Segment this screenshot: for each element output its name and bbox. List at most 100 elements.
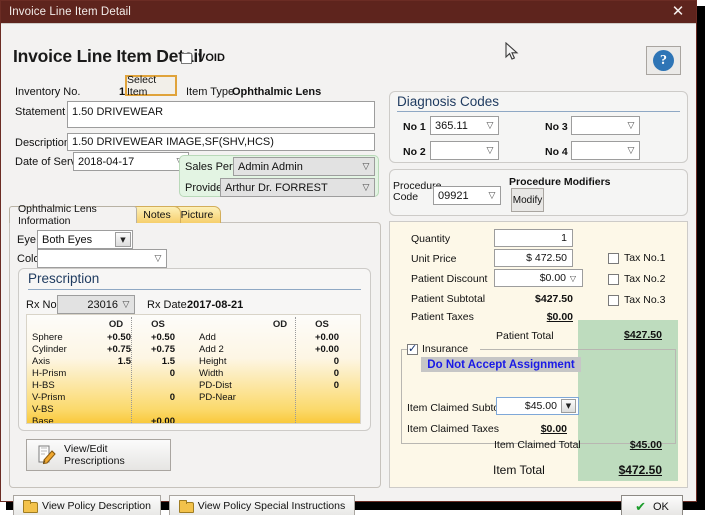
tab-ophthalmic-lens-information[interactable]: Ophthalmic Lens Information [9, 203, 137, 227]
rx-row-label: V-BS [32, 404, 54, 415]
modify-button[interactable]: Modify [511, 188, 544, 212]
statement-input[interactable]: 1.50 DRIVEWEAR [67, 101, 375, 128]
sales-person-combo[interactable]: Admin Admin ▽ [233, 157, 375, 176]
item-type-label: Item Type [186, 86, 235, 98]
rx-row-os: 0 [333, 368, 339, 379]
rx-row-label: Axis [32, 356, 50, 367]
rx-left-od-header: OD [108, 319, 124, 330]
provider-combo[interactable]: Arthur Dr. FORREST ▽ [220, 178, 375, 197]
page-title: Invoice Line Item Detail [13, 46, 203, 66]
rx-row-label: Width [199, 368, 224, 379]
document-pencil-icon [36, 444, 58, 466]
eye-combo[interactable]: Both Eyes ▼ [37, 230, 133, 249]
chevron-down-icon: ▽ [486, 145, 494, 156]
diagnosis-title-rule [397, 111, 680, 112]
folder-icon [178, 500, 194, 513]
rx-no-combo[interactable]: 23016 ▽ [57, 295, 135, 314]
insurance-checkbox[interactable] [407, 342, 418, 355]
rx-row-os: 0 [333, 356, 339, 367]
statement-label: Statement [15, 106, 66, 118]
item-claimed-subtotal-combo[interactable]: $45.00 ▼ [496, 397, 579, 415]
unit-price-input[interactable]: $ 472.50 [494, 249, 573, 267]
void-checkbox[interactable] [181, 52, 192, 64]
rx-no-value: 23016 [87, 298, 118, 311]
chevron-down-icon: ▽ [362, 161, 370, 172]
window-titlebar: Invoice Line Item Detail ✕ [1, 1, 696, 23]
screenshot-root: Invoice Line Item Detail ✕ Invoice Line … [0, 0, 711, 515]
view-policy-special-instructions-label: View Policy Special Instructions [197, 500, 346, 512]
date-of-service-combo[interactable]: 2018-04-17 ▽ [73, 152, 189, 171]
patient-discount-combo[interactable]: $0.00 ▽ [494, 269, 583, 287]
chevron-down-icon: ▽ [627, 145, 635, 156]
invoice-line-item-detail-window: Invoice Line Item Detail ✕ Invoice Line … [0, 0, 697, 515]
unit-price-label: Unit Price [411, 253, 457, 265]
patient-discount-label: Patient Discount [411, 273, 488, 285]
ok-button[interactable]: ✔ OK [621, 495, 683, 515]
tab-notes[interactable]: Notes [133, 206, 181, 223]
insurance-label: Insurance [422, 343, 469, 355]
rx-row-os: +0.00 [314, 344, 339, 355]
rx-row-label: Add [199, 332, 216, 343]
tax-no-2-checkbox[interactable] [608, 273, 619, 285]
rx-row-label: Base [32, 416, 54, 424]
tax-no-2-label: Tax No.2 [624, 273, 666, 285]
diagnosis-no4-label: No 4 [545, 146, 568, 158]
help-button[interactable]: ? [646, 46, 681, 75]
diagnosis-no2-label: No 2 [403, 146, 426, 158]
close-icon[interactable]: ✕ [670, 4, 686, 20]
diagnosis-no1-combo[interactable]: 365.11 ▽ [430, 116, 499, 135]
prescription-title-rule [28, 289, 361, 290]
view-edit-prescriptions-label: View/Edit Prescriptions [64, 443, 125, 467]
rx-row-label: H-Prism [32, 368, 67, 379]
sales-person-value: Admin Admin [238, 160, 303, 173]
tax-no-2-row[interactable]: Tax No.2 [608, 273, 665, 285]
item-claimed-subtotal-label: Item Claimed Subtotal [407, 402, 511, 414]
chevron-down-icon: ▽ [488, 190, 496, 201]
rx-row-os: +0.50 [150, 332, 175, 343]
diagnosis-no2-combo[interactable]: ▽ [430, 141, 499, 160]
patient-discount-value: $0.00 [539, 272, 566, 284]
void-checkbox-row[interactable]: VOID [181, 52, 225, 64]
diagnosis-no3-combo[interactable]: ▽ [571, 116, 640, 135]
date-of-service-value: 2018-04-17 [78, 155, 135, 168]
item-type-value: Ophthalmic Lens [232, 86, 322, 98]
tax-no-1-checkbox[interactable] [608, 252, 619, 264]
rx-date-value: 2017-08-21 [187, 299, 244, 311]
rx-row-od: 1.5 [117, 356, 131, 367]
view-edit-prescriptions-button[interactable]: View/Edit Prescriptions [26, 439, 171, 471]
tax-no-3-row[interactable]: Tax No.3 [608, 294, 665, 306]
patient-taxes-value: $0.00 [546, 311, 573, 323]
tax-no-3-checkbox[interactable] [608, 294, 619, 306]
mouse-cursor [505, 42, 519, 60]
view-policy-description-button[interactable]: View Policy Description [13, 495, 161, 515]
patient-subtotal-label: Patient Subtotal [411, 293, 486, 305]
chevron-down-icon: ▼ [561, 399, 576, 413]
select-item-button[interactable]: Select Item [125, 74, 177, 98]
item-total-value: $472.50 [618, 463, 662, 477]
insurance-header[interactable]: Insurance [407, 342, 469, 355]
do-not-accept-assignment-banner: Do Not Accept Assignment [421, 357, 581, 372]
view-policy-special-instructions-button[interactable]: View Policy Special Instructions [169, 495, 355, 515]
rx-row-od: +0.50 [106, 332, 131, 343]
procedure-code-label-line2: Code [393, 191, 419, 203]
procedure-code-combo[interactable]: 09921 ▽ [433, 186, 501, 205]
description-input[interactable]: 1.50 DRIVEWEAR IMAGE,SF(SHV,HCS) [67, 133, 375, 151]
rx-row-os: 0 [333, 380, 339, 391]
color-combo[interactable]: ▽ [37, 249, 167, 268]
rx-left-os-header: OS [151, 319, 165, 330]
tax-no-1-row[interactable]: Tax No.1 [608, 252, 665, 264]
rx-row-label: Height [199, 356, 227, 367]
chevron-down-icon: ▽ [362, 182, 370, 193]
tax-no-3-label: Tax No.3 [624, 294, 666, 306]
eye-value: Both Eyes [42, 233, 93, 246]
quantity-input[interactable]: 1 [494, 229, 573, 247]
help-icon: ? [653, 50, 674, 71]
eye-label: Eye [17, 234, 36, 246]
diagnosis-no4-combo[interactable]: ▽ [571, 141, 640, 160]
rx-row-os: 0 [169, 368, 175, 379]
checkmark-icon: ✔ [635, 499, 646, 515]
rx-right-od-header: OD [272, 319, 288, 330]
diagnosis-codes-title: Diagnosis Codes [397, 94, 500, 109]
patient-total-label: Patient Total [496, 330, 554, 342]
diagnosis-no3-label: No 3 [545, 121, 568, 133]
